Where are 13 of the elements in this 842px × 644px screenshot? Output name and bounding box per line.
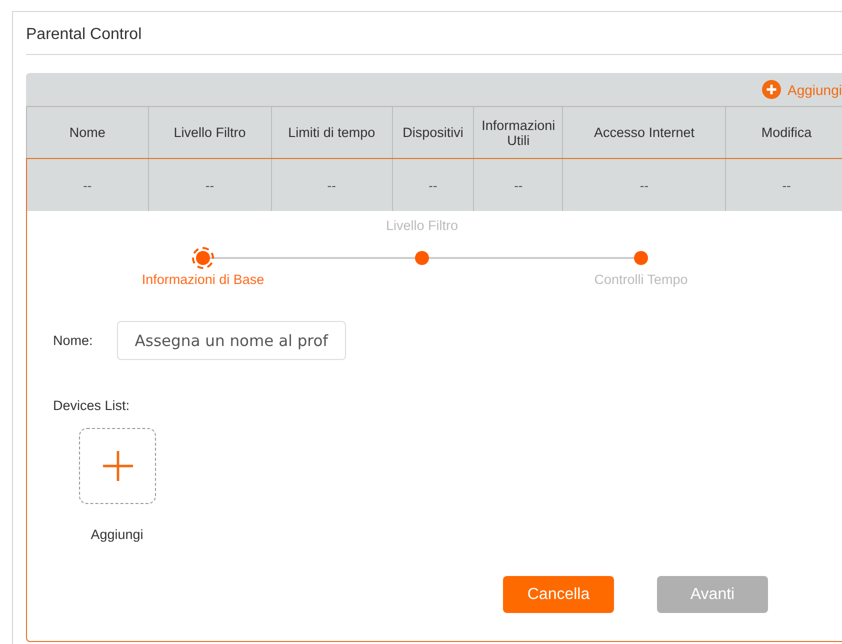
add-device-label: Aggiungi [90,527,144,542]
step-label: Controlli Tempo [594,272,688,287]
add-icon [762,80,780,99]
field-label: Nome: [53,333,93,348]
field-label: Devices List: [53,398,130,413]
cancel-button[interactable]: Cancella [503,576,614,613]
input-field[interactable]: Assegna un nome al prof [116,321,346,360]
add-device-button[interactable] [79,428,156,504]
add-button[interactable]: Aggiungi [762,80,842,99]
panel-title: Parental Control [26,12,842,55]
step-label: Livello Filtro [386,218,458,233]
step-label: Informazioni di Base [142,272,264,287]
plus-icon [100,449,134,483]
